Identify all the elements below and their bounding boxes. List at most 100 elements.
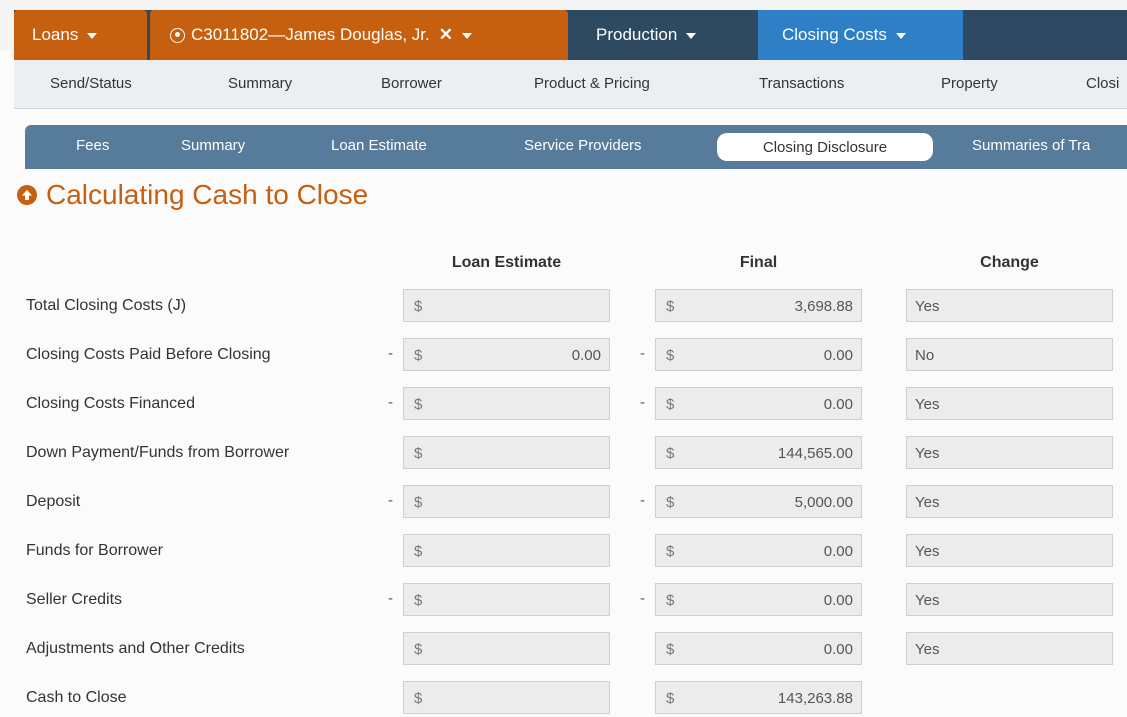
loan-estimate-field[interactable]: $ <box>403 632 610 665</box>
minus-sign: - <box>640 590 645 607</box>
row-label: Closing Costs Paid Before Closing <box>26 346 271 363</box>
final-field[interactable]: $144,565.00 <box>655 436 862 469</box>
subtab-summary[interactable]: Summary <box>181 137 245 154</box>
loan-estimate-field[interactable]: $0.00 <box>403 338 610 371</box>
final-field[interactable]: $0.00 <box>655 632 862 665</box>
final-field[interactable]: $0.00 <box>655 387 862 420</box>
field-value: 3,698.88 <box>794 298 853 315</box>
tertiary-nav: Fees Summary Loan Estimate Service Provi… <box>25 125 1127 169</box>
field-value: Yes <box>915 298 940 315</box>
field-value: Yes <box>915 592 940 609</box>
loan-estimate-field[interactable]: $ <box>403 534 610 567</box>
row-label: Closing Costs Financed <box>26 395 195 412</box>
currency-symbol: $ <box>414 396 423 413</box>
minus-sign: - <box>388 492 393 509</box>
secondary-nav: Send/Status Summary Borrower Product & P… <box>14 60 1127 109</box>
currency-symbol: $ <box>414 347 423 364</box>
loan-estimate-field[interactable]: $ <box>403 681 610 714</box>
row-label: Cash to Close <box>26 689 127 706</box>
field-value: 0.00 <box>571 347 601 364</box>
arrow-up-circle-icon[interactable] <box>17 185 37 205</box>
currency-symbol: $ <box>666 592 675 609</box>
column-header-change: Change <box>980 254 1039 271</box>
tab-closing-costs-label: Closing Costs <box>782 25 887 44</box>
currency-symbol: $ <box>414 592 423 609</box>
currency-symbol: $ <box>414 298 423 315</box>
nav-closing[interactable]: Closi <box>1086 75 1119 92</box>
change-field[interactable]: Yes <box>906 289 1113 322</box>
change-field[interactable]: Yes <box>906 485 1113 518</box>
currency-symbol: $ <box>414 690 423 707</box>
currency-symbol: $ <box>666 298 675 315</box>
tab-borrower-label: C3011802—James Douglas, Jr. <box>191 25 430 44</box>
loan-estimate-field[interactable]: $ <box>403 387 610 420</box>
row-label: Deposit <box>26 493 81 510</box>
nav-property[interactable]: Property <box>941 75 998 92</box>
row-label: Funds for Borrower <box>26 542 163 559</box>
tab-closing-costs[interactable]: Closing Costs <box>758 10 963 60</box>
change-field[interactable]: No <box>906 338 1113 371</box>
row-label: Adjustments and Other Credits <box>26 640 245 657</box>
final-field[interactable]: $0.00 <box>655 338 862 371</box>
close-icon[interactable]: ✕ <box>439 25 453 45</box>
tab-loans[interactable]: Loans <box>14 10 147 60</box>
column-header-final: Final <box>739 254 778 271</box>
final-field[interactable]: $143,263.88 <box>655 681 862 714</box>
subtab-service-providers[interactable]: Service Providers <box>524 137 642 154</box>
minus-sign: - <box>388 345 393 362</box>
final-field[interactable]: $0.00 <box>655 534 862 567</box>
row-label: Down Payment/Funds from Borrower <box>26 444 290 461</box>
tab-borrower[interactable]: C3011802—James Douglas, Jr. ✕ <box>150 10 568 60</box>
field-value: Yes <box>915 396 940 413</box>
currency-symbol: $ <box>666 445 675 462</box>
currency-symbol: $ <box>414 445 423 462</box>
nav-product-pricing[interactable]: Product & Pricing <box>534 75 650 92</box>
field-value: 0.00 <box>823 641 853 658</box>
field-value: Yes <box>915 641 940 658</box>
subtab-closing-disclosure[interactable]: Closing Disclosure <box>717 133 933 161</box>
final-field[interactable]: $5,000.00 <box>655 485 862 518</box>
loan-estimate-field[interactable]: $ <box>403 289 610 322</box>
field-value: 144,565.00 <box>777 445 853 462</box>
change-field[interactable]: Yes <box>906 583 1113 616</box>
nav-send-status[interactable]: Send/Status <box>50 75 132 92</box>
chevron-down-icon[interactable] <box>462 33 473 39</box>
subtab-closing-disclosure-label: Closing Disclosure <box>762 138 888 156</box>
change-field[interactable]: Yes <box>906 534 1113 567</box>
field-value: Yes <box>915 445 940 462</box>
field-value: Yes <box>915 543 940 560</box>
column-header-loan-estimate: Loan Estimate <box>451 254 562 271</box>
row-label: Seller Credits <box>26 591 123 608</box>
minus-sign: - <box>388 394 393 411</box>
minus-sign: - <box>388 590 393 607</box>
section-heading[interactable]: Calculating Cash to Close <box>17 179 368 211</box>
section-title: Calculating Cash to Close <box>46 179 369 210</box>
currency-symbol: $ <box>414 543 423 560</box>
currency-symbol: $ <box>666 543 675 560</box>
subtab-summaries-of-transactions[interactable]: Summaries of Tra <box>972 137 1090 154</box>
loan-estimate-field[interactable]: $ <box>403 583 610 616</box>
chevron-down-icon <box>87 33 98 39</box>
change-field[interactable]: Yes <box>906 436 1113 469</box>
loan-estimate-field[interactable]: $ <box>403 436 610 469</box>
currency-symbol: $ <box>666 690 675 707</box>
loan-estimate-field[interactable]: $ <box>403 485 610 518</box>
currency-symbol: $ <box>414 641 423 658</box>
final-field[interactable]: $0.00 <box>655 583 862 616</box>
final-field[interactable]: $3,698.88 <box>655 289 862 322</box>
tab-production-label: Production <box>596 25 678 44</box>
subtab-loan-estimate[interactable]: Loan Estimate <box>331 137 427 154</box>
nav-transactions[interactable]: Transactions <box>759 75 844 92</box>
field-value: 5,000.00 <box>794 494 853 511</box>
change-field[interactable]: Yes <box>906 632 1113 665</box>
currency-symbol: $ <box>666 396 675 413</box>
field-value: 0.00 <box>823 592 853 609</box>
nav-summary[interactable]: Summary <box>228 75 292 92</box>
change-field[interactable]: Yes <box>906 387 1113 420</box>
currency-symbol: $ <box>666 641 675 658</box>
subtab-fees[interactable]: Fees <box>76 137 109 154</box>
tab-production[interactable]: Production <box>571 10 755 60</box>
minus-sign: - <box>640 492 645 509</box>
currency-symbol: $ <box>666 494 675 511</box>
nav-borrower[interactable]: Borrower <box>381 75 442 92</box>
